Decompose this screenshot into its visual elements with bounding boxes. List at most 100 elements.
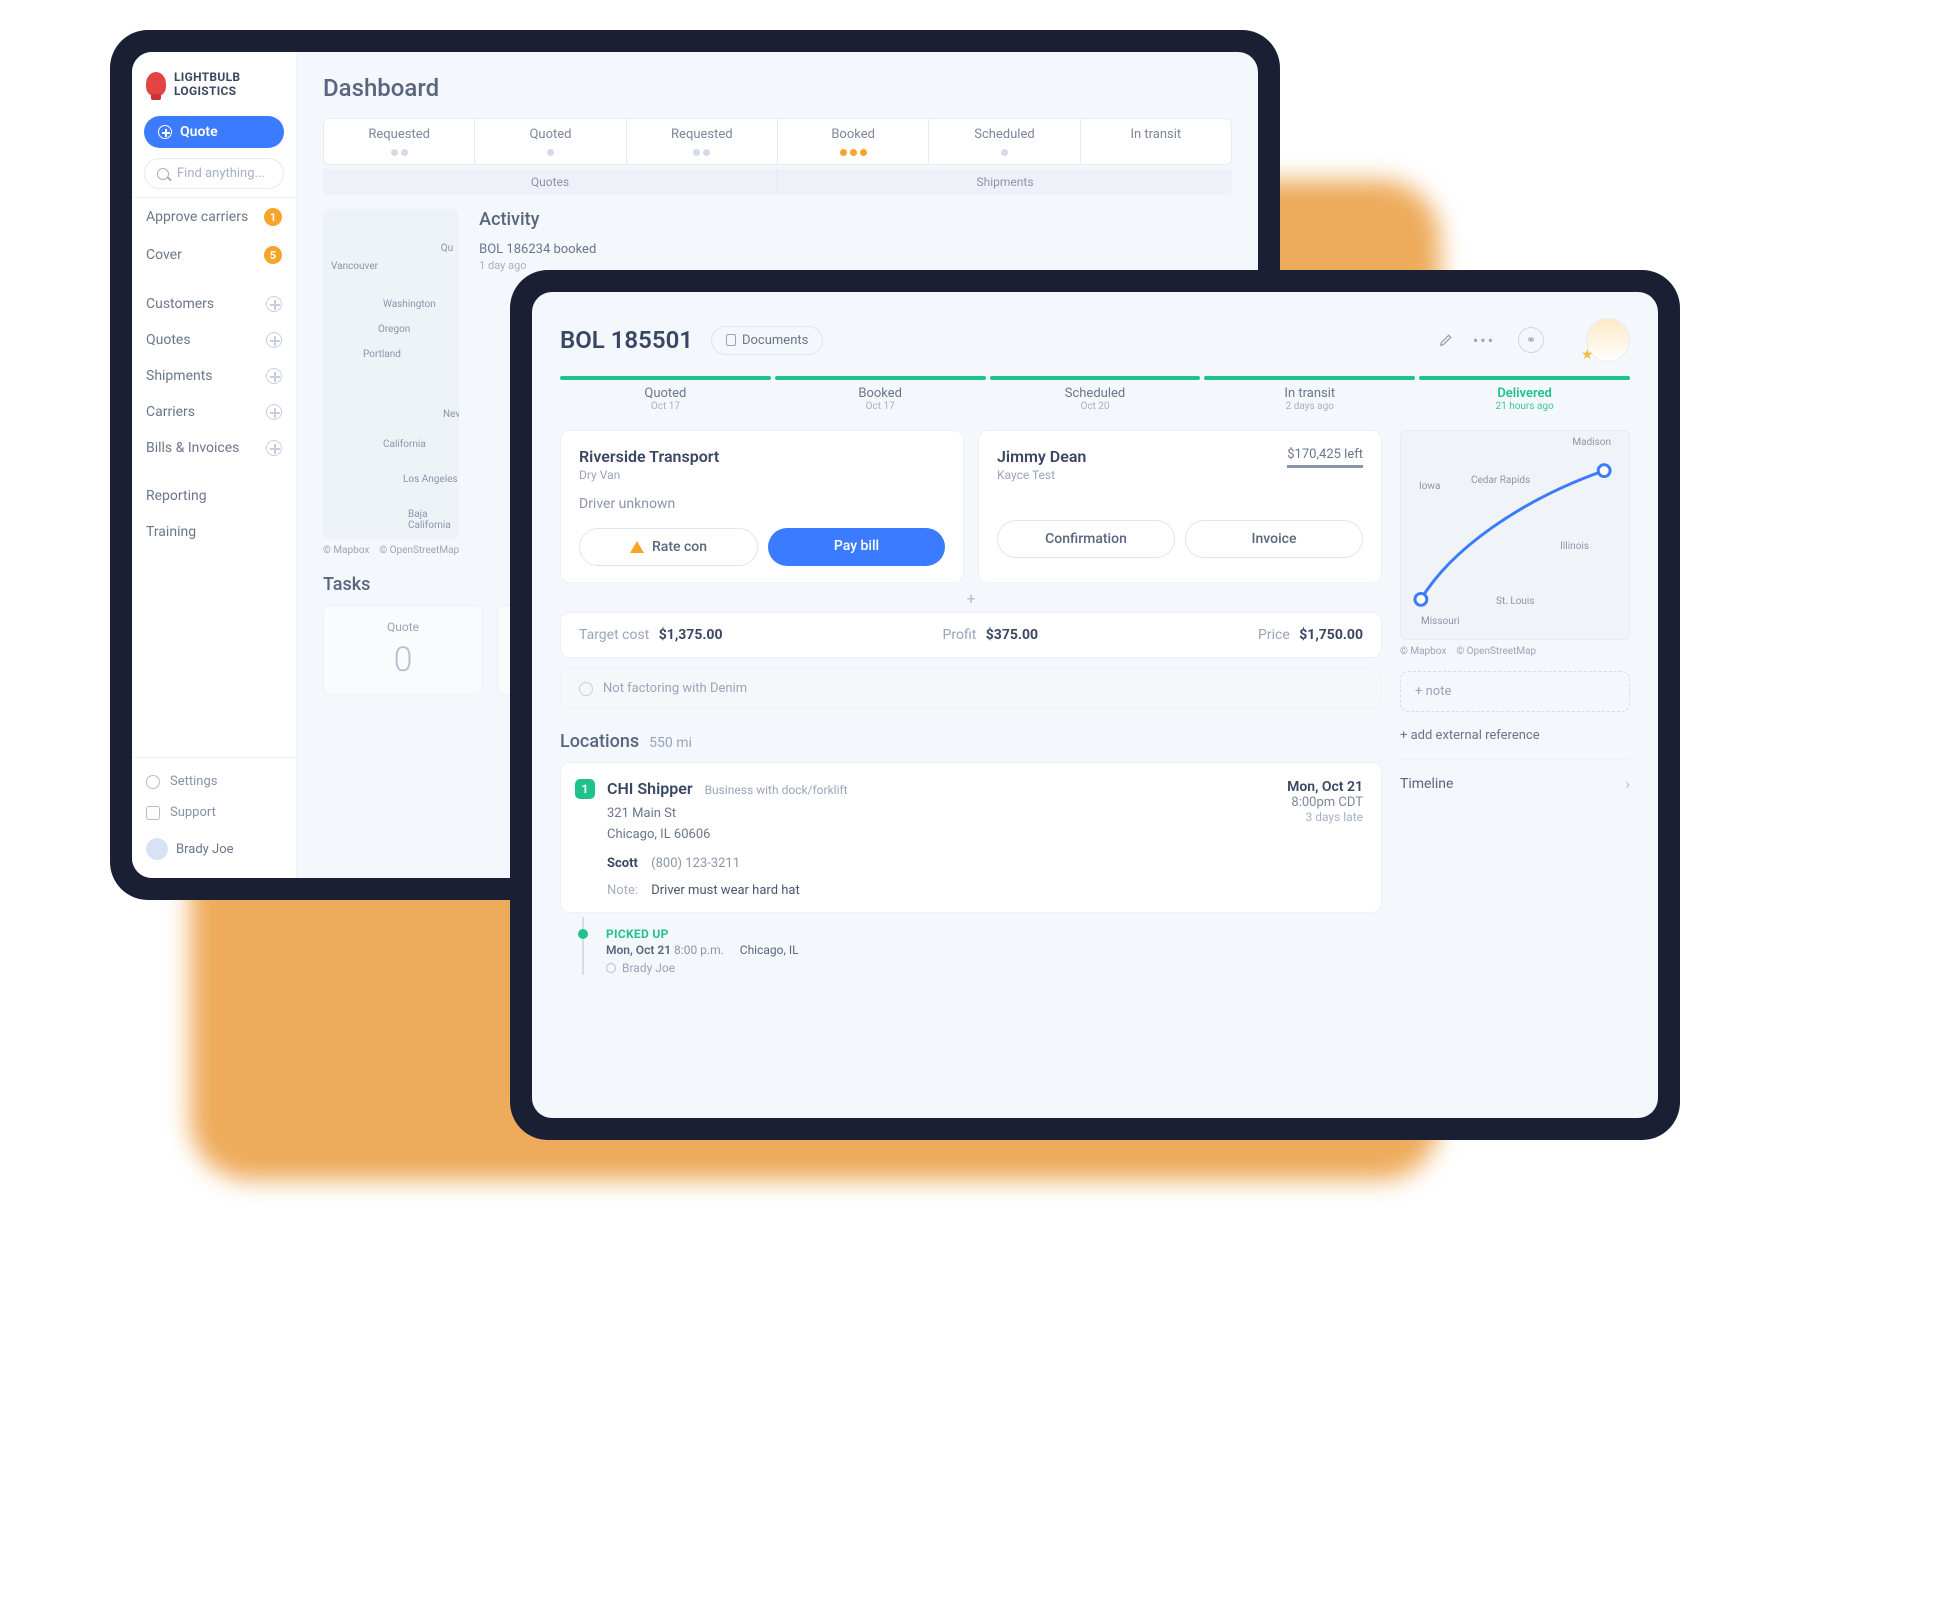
user-avatar[interactable] (1586, 318, 1630, 362)
carrier-name: Riverside Transport (579, 447, 945, 466)
status-scheduled[interactable]: Scheduled (928, 119, 1079, 164)
add-note-button[interactable]: + note (1400, 671, 1630, 712)
nav-customers[interactable]: Customers (132, 286, 296, 322)
dashboard-map[interactable]: Vancouver Calgary Regina Winnipeg Washin… (323, 209, 459, 539)
status-requested[interactable]: Requested (324, 119, 474, 164)
task-card-quote[interactable]: Quote 0 (323, 605, 483, 695)
search-input[interactable]: Find anything... (144, 158, 284, 189)
stop-business-type: Business with dock/forklift (705, 783, 848, 797)
stop-note: Note: Driver must wear hard hat (607, 883, 1363, 898)
chat-icon (146, 806, 160, 820)
tablet-shipment-detail: BOL 185501 Documents ••• ⚭ QuotedOct 17 … (510, 270, 1680, 1140)
progress-step-delivered: Delivered21 hours ago (1419, 376, 1630, 412)
nav-quotes[interactable]: Quotes (132, 322, 296, 358)
brand-line1: LIGHTBULB (174, 70, 240, 84)
progress-step-scheduled: ScheduledOct 20 (990, 376, 1201, 412)
status-booked[interactable]: Booked (777, 119, 928, 164)
route-map-attribution: © Mapbox © OpenStreetMap (1400, 646, 1630, 657)
plus-circle-icon (158, 125, 172, 139)
user-icon (606, 963, 616, 973)
nav-carriers[interactable]: Carriers (132, 394, 296, 430)
route-map[interactable]: Madison Iowa Cedar Rapids Illinois St. L… (1400, 430, 1630, 640)
target-cost: $1,375.00 (659, 627, 723, 643)
nav-cover[interactable]: Cover 5 (132, 236, 296, 274)
document-icon (726, 334, 736, 346)
subtab-row: Quotes Shipments (323, 169, 1232, 195)
carrier-type: Dry Van (579, 468, 945, 482)
plus-icon[interactable] (266, 404, 282, 420)
stop-contact: Scott (800) 123-3211 (607, 856, 1363, 871)
total-distance: 550 mi (649, 735, 692, 751)
add-external-reference-link[interactable]: + add external reference (1400, 724, 1630, 747)
pickup-event: PICKED UP Mon, Oct 21 8:00 p.m. Chicago,… (560, 927, 1382, 975)
customer-card: Jimmy Dean Kayce Test $170,425 left Conf… (978, 430, 1382, 583)
invoice-button[interactable]: Invoice (1185, 520, 1363, 558)
plus-icon[interactable] (266, 440, 282, 456)
current-user[interactable]: Brady Joe (132, 828, 296, 870)
profit: $375.00 (986, 627, 1038, 643)
stop-name: CHI Shipper (607, 779, 693, 798)
shipment-title: BOL 185501 (560, 326, 693, 354)
status-requested-2[interactable]: Requested (626, 119, 777, 164)
credit-remaining: $170,425 left (1287, 447, 1363, 468)
subtab-quotes[interactable]: Quotes (323, 169, 778, 195)
progress-step-quoted: QuotedOct 17 (560, 376, 771, 412)
more-menu-button[interactable]: ••• (1474, 330, 1494, 350)
timeline-link[interactable]: Timeline › (1400, 774, 1630, 793)
badge: 1 (264, 208, 282, 226)
nav-shipments[interactable]: Shipments (132, 358, 296, 394)
customer-sub: Kayce Test (997, 468, 1086, 482)
nav-settings[interactable]: Settings (132, 766, 296, 797)
stop-time: 8:00pm CDT (1287, 795, 1363, 810)
activity-entry[interactable]: BOL 186234 booked 1 day ago (479, 242, 759, 272)
progress-step-booked: BookedOct 17 (775, 376, 986, 412)
factoring-icon (579, 682, 593, 696)
quote-button[interactable]: Quote (144, 116, 284, 148)
totals-bar: Target cost $1,375.00 Profit $375.00 Pri… (560, 612, 1382, 658)
nav-training[interactable]: Training (132, 514, 296, 550)
confirmation-button[interactable]: Confirmation (997, 520, 1175, 558)
driver-name: Driver unknown (579, 496, 945, 512)
customer-name: Jimmy Dean (997, 447, 1086, 466)
quote-button-label: Quote (180, 124, 218, 140)
plus-icon[interactable] (266, 296, 282, 312)
page-title: Dashboard (323, 74, 1232, 102)
status-quoted[interactable]: Quoted (474, 119, 625, 164)
edit-button[interactable] (1436, 330, 1456, 350)
badge: 5 (264, 246, 282, 264)
nav-bills-invoices[interactable]: Bills & Invoices (132, 430, 296, 466)
nav-approve-carriers[interactable]: Approve carriers 1 (132, 198, 296, 236)
status-row: Requested Quoted Requested Booked Schedu… (323, 118, 1232, 165)
location-stop-1: 1 CHI Shipper Business with dock/forklif… (560, 762, 1382, 913)
pay-bill-button[interactable]: Pay bill (768, 528, 945, 566)
stop-number-badge: 1 (575, 779, 595, 799)
locations-title: Locations (560, 731, 639, 752)
progress-step-intransit: In transit2 days ago (1204, 376, 1415, 412)
brand-logo: LIGHTBULB LOGISTICS (132, 52, 296, 112)
price: $1,750.00 (1299, 627, 1363, 643)
chevron-right-icon: › (1625, 774, 1630, 793)
stop-late: 3 days late (1287, 810, 1363, 824)
detail-header: BOL 185501 Documents ••• ⚭ (560, 318, 1630, 362)
team-icon[interactable]: ⚭ (1518, 327, 1544, 353)
brand-line2: LOGISTICS (174, 84, 240, 98)
sidebar: LIGHTBULB LOGISTICS Quote Find anything.… (132, 52, 297, 878)
nav-reporting[interactable]: Reporting (132, 478, 296, 514)
search-placeholder: Find anything... (177, 166, 265, 181)
factoring-row[interactable]: Not factoring with Denim (560, 668, 1382, 709)
documents-button[interactable]: Documents (711, 326, 823, 355)
carrier-card: Riverside Transport Dry Van Driver unkno… (560, 430, 964, 583)
subtab-shipments[interactable]: Shipments (778, 169, 1232, 195)
add-party-button[interactable]: + (560, 589, 1382, 608)
plus-icon[interactable] (266, 368, 282, 384)
map-attribution: © Mapbox © OpenStreetMap (323, 545, 459, 556)
plus-icon[interactable] (266, 332, 282, 348)
stop-address-1: 321 Main St (607, 804, 848, 825)
warning-icon (630, 541, 644, 553)
stop-date: Mon, Oct 21 (1287, 779, 1363, 795)
rate-con-button[interactable]: Rate con (579, 528, 758, 566)
gear-icon (146, 775, 160, 789)
lightbulb-icon (146, 72, 166, 96)
nav-support[interactable]: Support (132, 797, 296, 828)
status-intransit[interactable]: In transit (1080, 119, 1231, 164)
